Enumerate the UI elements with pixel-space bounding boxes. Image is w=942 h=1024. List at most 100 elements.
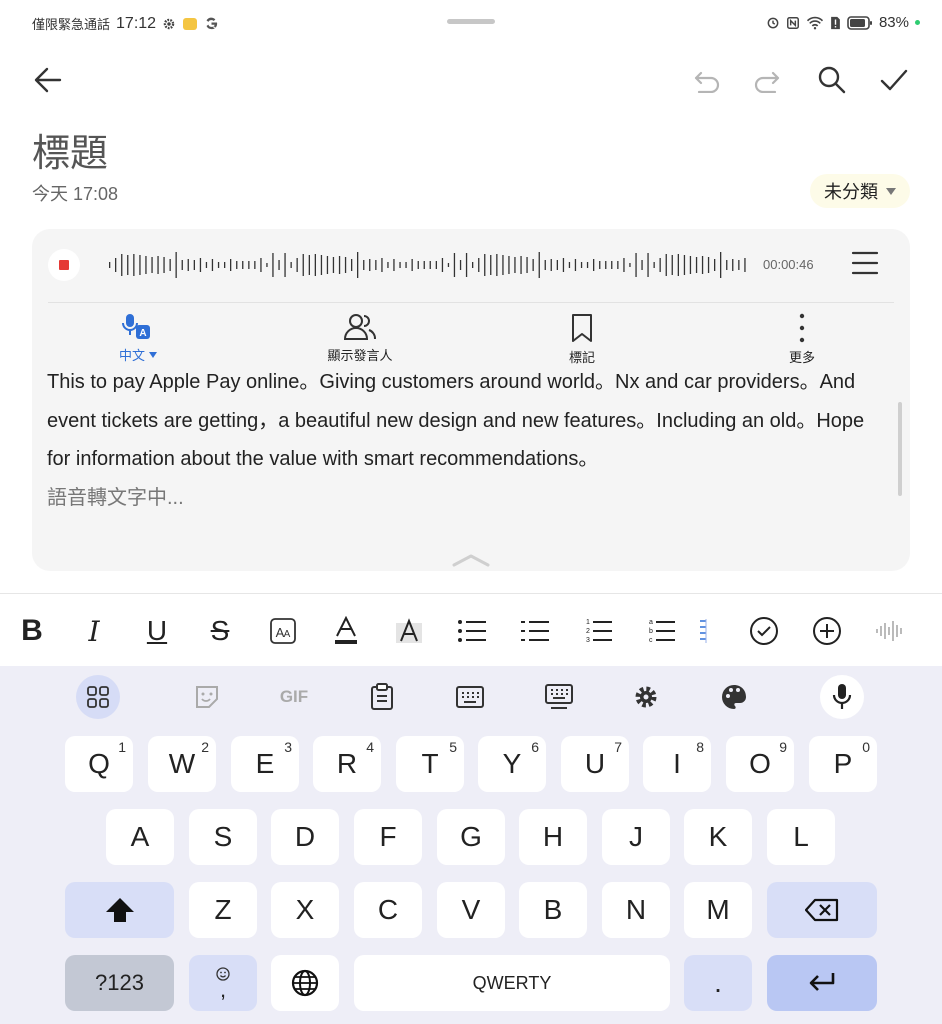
back-button[interactable] [28,60,68,100]
key-l[interactable]: L [767,809,835,865]
theme-button[interactable] [712,675,756,719]
language-button[interactable]: A 中文 [78,313,198,364]
dash-list-icon [521,621,549,641]
floating-keyboard-button[interactable] [537,675,581,719]
key-j[interactable]: J [602,809,670,865]
battery-icon [847,15,872,30]
key-o[interactable]: O9 [726,736,794,792]
waveform-bar [683,255,686,275]
key-p[interactable]: P0 [809,736,877,792]
status-bar: 僅限緊急通話 17:12 83% [0,0,942,48]
key-c[interactable]: C [354,882,422,938]
indent-button[interactable] [693,606,713,656]
key-b[interactable]: B [519,882,587,938]
sticker-button[interactable] [185,675,229,719]
key-f[interactable]: F [354,809,422,865]
lettered-list-button[interactable]: abc [641,606,681,656]
key-t[interactable]: T5 [396,736,464,792]
key-g[interactable]: G [437,809,505,865]
clipboard-button[interactable] [360,675,404,719]
stop-recording-button[interactable] [48,249,80,281]
collapse-handle[interactable] [452,553,490,572]
dropdown-arrow-icon [149,351,157,358]
voice-input-button[interactable] [820,675,864,719]
waveform-bar [284,253,286,277]
emoji-comma-key[interactable]: , [189,955,257,1011]
key-q[interactable]: Q1 [65,736,133,792]
waveform-bar [429,261,431,269]
enter-key[interactable] [767,955,877,1011]
waveform-bar [224,262,226,268]
note-toolbar [0,56,942,108]
key-e[interactable]: E3 [231,736,299,792]
waveform-bar [199,258,202,272]
key-u[interactable]: U7 [561,736,629,792]
keyboard-apps-button[interactable] [76,675,120,719]
keyboard-mode-button[interactable] [448,675,492,719]
language-switch-key[interactable] [271,955,339,1011]
wifi-icon [806,16,824,29]
key-d[interactable]: D [271,809,339,865]
key-s[interactable]: S [189,809,257,865]
text-color-icon [335,616,357,644]
key-y[interactable]: Y6 [478,736,546,792]
note-title[interactable]: 標題 [32,122,108,177]
key-number: 0 [862,739,870,755]
drag-handle[interactable] [447,19,495,24]
category-selector[interactable]: 未分類 [810,174,910,208]
dash-list-button[interactable] [515,606,555,656]
key-a[interactable]: A [106,809,174,865]
waveform-bar [211,259,214,271]
strikethrough-button[interactable]: S [200,606,240,656]
key-i[interactable]: I8 [643,736,711,792]
search-button[interactable] [812,60,852,100]
recording-list-button[interactable] [850,249,880,282]
waveform-bar [611,261,613,269]
shift-key[interactable] [65,882,174,938]
key-label: Q [88,748,110,779]
show-speakers-button[interactable]: 顯示發言人 [300,313,420,364]
italic-button[interactable]: I [74,606,114,656]
highlight-button[interactable] [389,606,429,656]
key-n[interactable]: N [602,882,670,938]
transcript-scrollbar[interactable] [898,402,902,496]
voice-record-button[interactable] [870,606,910,656]
waveform-bar [593,259,595,271]
bold-button[interactable]: B [12,606,52,656]
more-button[interactable]: 更多 [742,313,862,366]
key-k[interactable]: K [684,809,752,865]
waveform-bar [526,257,528,273]
key-v[interactable]: V [437,882,505,938]
backspace-key[interactable] [767,882,877,938]
key-z[interactable]: Z [189,882,257,938]
waveform-bar [139,255,141,275]
keyboard-settings-button[interactable] [624,675,668,719]
symbols-key[interactable]: ?123 [65,955,174,1011]
key-m[interactable]: M [684,882,752,938]
category-label: 未分類 [824,182,878,202]
key-w[interactable]: W2 [148,736,216,792]
space-key[interactable]: QWERTY [354,955,670,1011]
key-x[interactable]: X [271,882,339,938]
undo-button[interactable] [688,62,726,100]
svg-text:c: c [649,637,653,644]
underline-button[interactable]: U [137,606,177,656]
bookmark-button[interactable]: 標記 [522,313,642,366]
transcript-area[interactable]: This to pay Apple Pay online。Giving cust… [47,363,877,517]
text-color-button[interactable] [326,606,366,656]
period-key[interactable]: . [684,955,752,1011]
waveform-bar [714,259,716,271]
waveform-bar [405,262,407,268]
key-r[interactable]: R4 [313,736,381,792]
redo-button[interactable] [748,62,786,100]
gif-button[interactable]: GIF [272,675,316,719]
checklist-button[interactable] [744,606,784,656]
save-button[interactable] [874,60,914,100]
key-h[interactable]: H [519,809,587,865]
bullet-list-button[interactable] [452,606,492,656]
highlight-icon [396,618,422,643]
waveform-bar [484,254,486,276]
font-size-button[interactable]: AA [263,606,303,656]
numbered-list-button[interactable]: 1 2 3 [578,606,618,656]
insert-button[interactable] [807,606,847,656]
